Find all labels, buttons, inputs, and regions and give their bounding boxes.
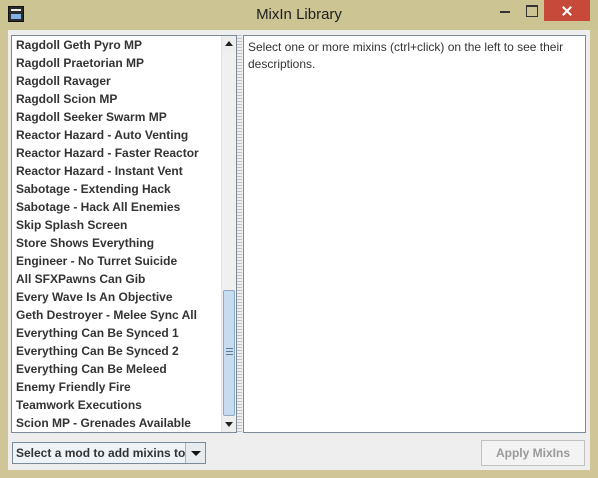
mixin-list-items: Ragdoll Geth Pyro MP Ragdoll Praetorian … [12,36,218,432]
description-panel: Select one or more mixins (ctrl+click) o… [243,35,586,433]
list-item[interactable]: Reactor Hazard - Faster Reactor [12,144,218,162]
close-icon[interactable] [544,0,590,21]
mod-select-dropdown[interactable]: Select a mod to add mixins to [12,442,206,464]
list-item[interactable]: Reactor Hazard - Instant Vent [12,162,218,180]
client-area: Ragdoll Geth Pyro MP Ragdoll Praetorian … [8,30,590,470]
window-controls [492,0,590,21]
mixin-library-window: MixIn Library Ragdoll Geth Pyro MP Ragdo… [0,0,598,478]
list-item[interactable]: Engineer - No Turret Suicide [12,252,218,270]
list-item[interactable]: Scion MP - Grenades Available [12,414,218,432]
scroll-up-arrow-icon[interactable] [222,36,236,51]
list-item[interactable]: All SFXPawns Can Gib [12,270,218,288]
list-item[interactable]: Ragdoll Ravager [12,72,218,90]
scroll-thumb[interactable] [223,290,235,416]
split-pane-divider[interactable] [237,35,242,433]
chevron-down-icon[interactable] [185,443,205,463]
description-text: Select one or more mixins (ctrl+click) o… [248,40,564,71]
list-item[interactable]: Ragdoll Scion MP [12,90,218,108]
maximize-icon[interactable] [518,0,544,21]
list-item[interactable]: Ragdoll Seeker Swarm MP [12,108,218,126]
apply-mixins-button[interactable]: Apply MixIns [481,440,585,466]
title-bar[interactable]: MixIn Library [0,0,598,30]
list-item[interactable]: Skip Splash Screen [12,216,218,234]
mixin-list-scrollbar[interactable] [221,36,236,432]
list-item[interactable]: Everything Can Be Meleed [12,360,218,378]
list-item[interactable]: Enemy Friendly Fire [12,378,218,396]
list-item[interactable]: Teamwork Executions [12,396,218,414]
scroll-grip-icon [226,348,233,355]
list-item[interactable]: Ragdoll Geth Pyro MP [12,36,218,54]
list-item[interactable]: Every Wave Is An Objective [12,288,218,306]
scroll-down-arrow-icon[interactable] [222,417,236,432]
list-item[interactable]: Reactor Hazard - Auto Venting [12,126,218,144]
list-item[interactable]: Ragdoll Praetorian MP [12,54,218,72]
list-item[interactable]: Sabotage - Hack All Enemies [12,198,218,216]
list-item[interactable]: Sabotage - Extending Hack [12,180,218,198]
list-item[interactable]: Everything Can Be Synced 1 [12,324,218,342]
mod-select-label: Select a mod to add mixins to [16,446,186,460]
mixin-list[interactable]: Ragdoll Geth Pyro MP Ragdoll Praetorian … [11,35,237,433]
list-item[interactable]: Everything Can Be Synced 2 [12,342,218,360]
list-item[interactable]: Store Shows Everything [12,234,218,252]
minimize-icon[interactable] [492,0,518,21]
list-item[interactable]: Geth Destroyer - Melee Sync All [12,306,218,324]
